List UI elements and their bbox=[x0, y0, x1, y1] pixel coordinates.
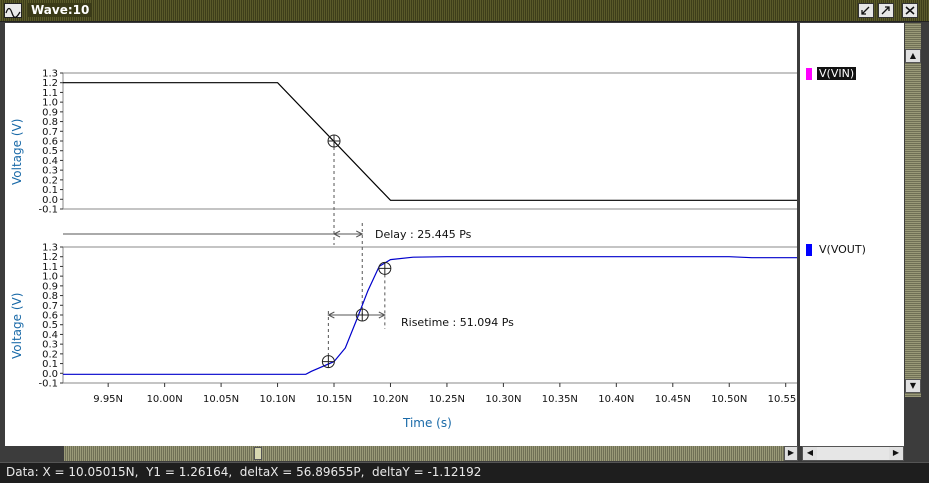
legend-label-vout[interactable]: V(VOUT) bbox=[817, 243, 868, 256]
top-panel-axes: 1.31.21.11.00.90.80.70.60.50.40.30.20.10… bbox=[38, 69, 797, 216]
x-tick-label: 10.40N bbox=[598, 394, 634, 405]
legend-item-vin[interactable]: V(VIN) bbox=[806, 67, 857, 80]
series-line-vvin bbox=[63, 82, 797, 201]
cursor-markers[interactable] bbox=[321, 134, 392, 369]
risetime-label: Risetime : 51.094 Ps bbox=[401, 316, 514, 329]
x-tick-label: 10.30N bbox=[485, 394, 521, 405]
horizontal-scroll-thumb[interactable] bbox=[254, 447, 262, 460]
waveform-plot-area[interactable]: 1.3 1.2 1.1 1.0 0.9 0.8 0.7 0.6 0.5 0.4 0.3 0.2 0.1 0… bbox=[5, 23, 804, 446]
measurement-annotations bbox=[63, 147, 386, 356]
title-bar: Wave:10 bbox=[0, 0, 929, 22]
scroll-up-icon[interactable]: ▲ bbox=[905, 49, 921, 63]
delay-label: Delay : 25.445 Ps bbox=[375, 228, 472, 241]
waveform-icon bbox=[4, 3, 22, 19]
horizontal-scrollbar[interactable] bbox=[64, 446, 798, 461]
legend-label-vin[interactable]: V(VIN) bbox=[817, 67, 857, 80]
legend-panel[interactable]: V(VIN) V(VOUT) bbox=[800, 23, 904, 446]
y-tick-label: -0.1 bbox=[38, 379, 58, 390]
scroll-down-icon[interactable]: ▼ bbox=[905, 379, 921, 393]
x-tick-label: 10.45N bbox=[655, 394, 691, 405]
close-icon[interactable] bbox=[902, 3, 918, 18]
y-axis-label-top: Voltage (V) bbox=[10, 119, 24, 185]
waveform-chart[interactable]: 1.31.21.11.00.90.80.70.60.50.40.30.20.10… bbox=[5, 23, 804, 446]
x-tick-label: 9.95N bbox=[93, 394, 123, 405]
legend-horizontal-scrollbar[interactable]: ◀ ▶ bbox=[802, 446, 904, 461]
legend-scroll-left-icon[interactable]: ◀ bbox=[803, 447, 817, 460]
legend-scroll-right-icon[interactable]: ▶ bbox=[889, 447, 903, 460]
x-tick-label: 10.35N bbox=[542, 394, 578, 405]
y-tick-label: -0.1 bbox=[38, 205, 58, 216]
x-tick-label: 10.00N bbox=[147, 394, 183, 405]
x-tick-label: 10.50N bbox=[711, 394, 747, 405]
shrink-window-icon[interactable] bbox=[858, 3, 874, 18]
x-axis-label: Time (s) bbox=[402, 416, 452, 430]
x-tick-label: 10.15N bbox=[316, 394, 352, 405]
x-tick-label: 10.20N bbox=[372, 394, 408, 405]
expand-window-icon[interactable] bbox=[878, 3, 894, 18]
scroll-right-icon[interactable]: ▶ bbox=[784, 446, 798, 461]
x-tick-label: 10.55N bbox=[768, 394, 797, 405]
vertical-scrollbar[interactable]: ▲ ▼ bbox=[905, 23, 921, 397]
legend-swatch-vout bbox=[806, 243, 812, 256]
status-bar: Data: X = 10.05015N, Y1 = 1.26164, delta… bbox=[0, 462, 929, 483]
y-axis-label-bottom: Voltage (V) bbox=[10, 293, 24, 359]
x-tick-label: 10.25N bbox=[429, 394, 465, 405]
legend-swatch-vin bbox=[806, 67, 812, 80]
window-title: Wave:10 bbox=[28, 3, 93, 17]
legend-item-vout[interactable]: V(VOUT) bbox=[806, 243, 868, 256]
x-tick-label: 10.05N bbox=[203, 394, 239, 405]
x-tick-label: 10.10N bbox=[259, 394, 295, 405]
